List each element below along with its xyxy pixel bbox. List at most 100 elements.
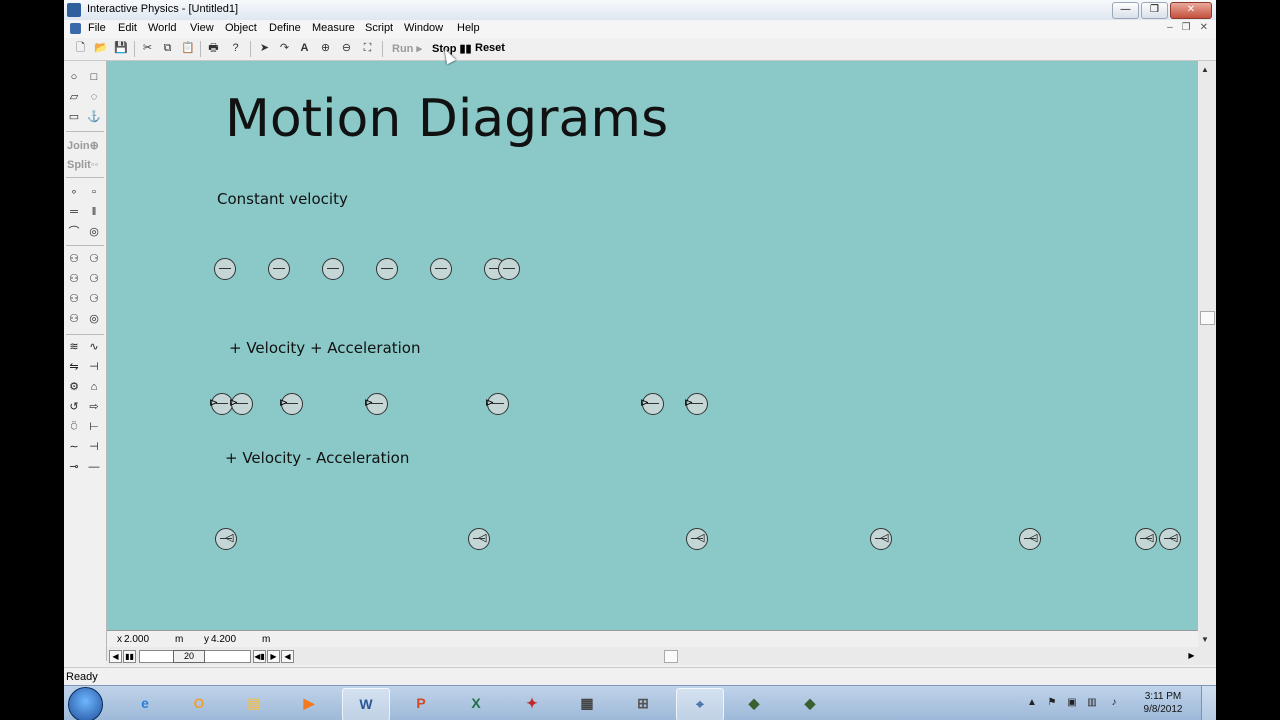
actuator-icon[interactable]: ⊢ xyxy=(87,420,101,434)
system-clock[interactable]: 3:11 PM 9/8/2012 xyxy=(1132,690,1194,716)
run-button[interactable]: Run ▸ xyxy=(392,42,422,55)
menu-script[interactable]: Script xyxy=(365,22,393,34)
separator-icon[interactable]: ⊣ xyxy=(87,440,101,454)
tray-network-icon[interactable]: ▥ xyxy=(1086,697,1098,709)
motor-icon[interactable]: ⍥ xyxy=(67,420,81,434)
tape-step-forward-icon[interactable]: ▶ xyxy=(267,650,280,663)
internet-explorer-icon[interactable]: e xyxy=(122,688,168,719)
open-folder-icon[interactable]: 📂 xyxy=(94,42,108,55)
rectangle-tool-icon[interactable]: □ xyxy=(87,70,101,84)
scroll-up-icon[interactable]: ▲ xyxy=(1201,65,1209,74)
menu-window[interactable]: Window xyxy=(404,22,443,34)
ball-accelerating-6[interactable]: ⊳ xyxy=(640,393,664,415)
ball-decelerating-4[interactable]: ◁ xyxy=(870,528,892,550)
green-app-icon[interactable]: ◆ xyxy=(731,688,777,719)
curved-body-tool-icon[interactable]: ◌ xyxy=(87,90,101,104)
anchor-tool-icon[interactable]: ⚓ xyxy=(87,110,101,124)
reset-button[interactable]: Reset xyxy=(475,42,505,54)
zoom-fit-icon[interactable]: ⛶ xyxy=(361,42,374,55)
join-button[interactable]: Join⊕ xyxy=(67,139,99,152)
horizontal-scrollbar[interactable]: ◀ ▮▮ 20 ◀▮ ▶ ◀ ▶ xyxy=(107,647,1216,665)
ball-accelerating-4[interactable]: ⊳ xyxy=(364,393,388,415)
outlook-icon[interactable]: O xyxy=(176,688,222,719)
interactive-physics-taskbar-icon[interactable]: ⌖ xyxy=(676,688,724,720)
scroll-right-icon[interactable]: ▶ xyxy=(1186,650,1197,661)
menu-world[interactable]: World xyxy=(148,22,177,34)
slot-joint-icon[interactable]: ⚆ xyxy=(87,252,101,266)
polygon-tool-icon[interactable]: ▱ xyxy=(67,90,81,104)
rod-icon[interactable]: ⊣ xyxy=(87,360,101,374)
media-player-icon[interactable]: ▶ xyxy=(286,688,332,719)
vertical-slot-icon[interactable]: ‖ xyxy=(87,205,101,219)
horizontal-slot-icon[interactable]: ═ xyxy=(67,205,81,219)
calculator-icon[interactable]: ▦ xyxy=(564,688,610,719)
excel-icon[interactable]: X xyxy=(453,688,499,719)
green-red-app-icon[interactable]: ◆ xyxy=(787,688,833,719)
scroll-down-icon[interactable]: ▼ xyxy=(1201,635,1209,644)
close-button[interactable]: ✕ xyxy=(1170,2,1212,19)
closed-slot-joint-icon[interactable]: ◎ xyxy=(87,312,101,326)
frame-counter[interactable]: 20 xyxy=(173,650,205,663)
pin-icon[interactable]: ⊸ xyxy=(67,460,81,474)
ball-accelerating-5[interactable]: ⊳ xyxy=(485,393,509,415)
square-point-element-icon[interactable]: ▫ xyxy=(87,185,101,199)
save-icon[interactable]: 💾 xyxy=(114,42,128,55)
zoom-out-icon[interactable]: ⊖ xyxy=(340,42,353,55)
rotational-spring-icon[interactable]: ∿ xyxy=(87,340,101,354)
circle-tool-icon[interactable]: ○ xyxy=(67,70,81,84)
minimize-button[interactable]: — xyxy=(1112,2,1139,19)
start-button[interactable] xyxy=(68,687,103,720)
tape-start-icon[interactable]: ◀ xyxy=(109,650,122,663)
menu-measure[interactable]: Measure xyxy=(312,22,355,34)
document-restore-button[interactable]: ❐ xyxy=(1182,22,1191,33)
help-icon[interactable]: ? xyxy=(229,42,242,55)
file-explorer-icon[interactable]: ▤ xyxy=(231,688,277,719)
spring-icon[interactable]: ≋ xyxy=(67,340,81,354)
line-icon[interactable]: — xyxy=(87,460,101,474)
document-minimize-button[interactable]: – xyxy=(1167,22,1173,33)
document-menu-icon[interactable] xyxy=(70,23,81,34)
keyed-slot-icon[interactable]: ⚆ xyxy=(87,272,101,286)
simulation-canvas[interactable]: Motion Diagrams Constant velocity + Velo… xyxy=(107,61,1198,630)
ball-accelerating-7[interactable]: ⊳ xyxy=(684,393,708,415)
network-app-icon[interactable]: ⊞ xyxy=(620,688,666,719)
maximize-button[interactable]: ❐ xyxy=(1141,2,1168,19)
ball-constant-4[interactable] xyxy=(376,258,398,280)
torque-icon[interactable]: ↺ xyxy=(67,400,81,414)
cut-icon[interactable]: ✂ xyxy=(141,42,154,55)
print-icon[interactable]: 🖶 xyxy=(207,42,220,55)
closed-curve-joint-icon[interactable]: ⚇ xyxy=(67,312,81,326)
rigid-joint-icon[interactable]: ⚇ xyxy=(67,272,81,286)
rope-icon[interactable]: ∼ xyxy=(67,440,81,454)
horizontal-scroll-thumb[interactable] xyxy=(664,650,678,663)
tray-device-icon[interactable]: ▣ xyxy=(1066,697,1078,709)
menu-object[interactable]: Object xyxy=(225,22,257,34)
ball-constant-7[interactable] xyxy=(498,258,520,280)
copy-icon[interactable]: ⧉ xyxy=(161,42,174,55)
document-close-button[interactable]: ✕ xyxy=(1200,22,1208,33)
ball-constant-2[interactable] xyxy=(268,258,290,280)
word-icon[interactable]: W xyxy=(342,688,390,720)
ball-decelerating-5[interactable]: ◁ xyxy=(1019,528,1041,550)
split-button[interactable]: Split◦◦ xyxy=(67,159,99,171)
menu-define[interactable]: Define xyxy=(269,22,301,34)
text-tool-icon[interactable]: A xyxy=(298,42,311,55)
pin-joint-icon[interactable]: ⚇ xyxy=(67,252,81,266)
menu-file[interactable]: File xyxy=(88,22,106,34)
damper-icon[interactable]: ⇋ xyxy=(67,360,81,374)
ball-constant-1[interactable] xyxy=(214,258,236,280)
ball-constant-5[interactable] xyxy=(430,258,452,280)
tray-volume-icon[interactable]: ♪ xyxy=(1108,697,1120,709)
ball-accelerating-2[interactable]: ⊳ xyxy=(229,393,253,415)
ball-decelerating-6[interactable]: ◁ xyxy=(1135,528,1157,550)
rotate-icon[interactable]: ↷ xyxy=(278,42,291,55)
ball-decelerating-2[interactable]: ◁ xyxy=(468,528,490,550)
tape-step-back-icon[interactable]: ◀▮ xyxy=(253,650,266,663)
curved-slot-joint-icon[interactable]: ⚇ xyxy=(67,292,81,306)
menu-edit[interactable]: Edit xyxy=(118,22,137,34)
closed-slot-icon[interactable]: ◎ xyxy=(87,225,101,239)
ball-decelerating-3[interactable]: ◁ xyxy=(686,528,708,550)
tape-rewind-icon[interactable]: ◀ xyxy=(281,650,294,663)
square-tool-icon[interactable]: ▭ xyxy=(67,110,81,124)
zoom-in-icon[interactable]: ⊕ xyxy=(319,42,332,55)
